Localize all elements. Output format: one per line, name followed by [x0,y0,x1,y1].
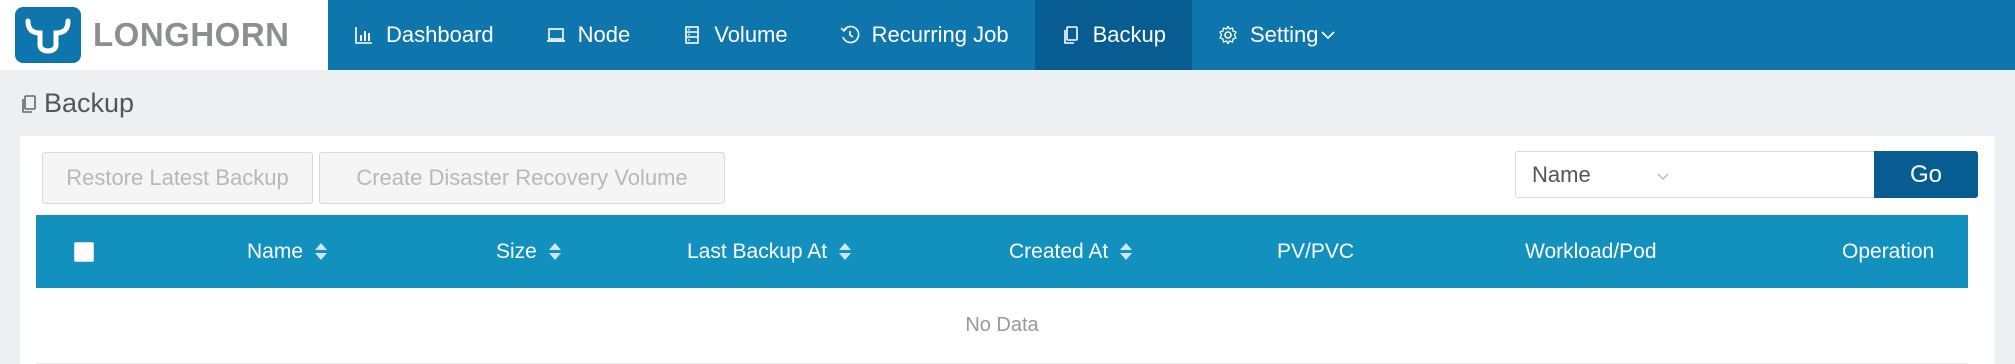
create-dr-volume-button[interactable]: Create Disaster Recovery Volume [319,152,725,204]
logo-text: LONGHORN [93,16,290,53]
bar-chart-icon [354,25,374,45]
nav-dashboard[interactable]: Dashboard [328,0,520,70]
nav-volume[interactable]: Volume [656,0,813,70]
empty-state: No Data [36,288,1968,364]
nav-backup[interactable]: Backup [1034,0,1192,70]
nav-recurring-job-label: Recurring Job [871,22,1009,47]
column-operation: Operation [1842,239,1935,263]
main-nav: Dashboard Node Volume Recurring Job Back… [328,0,1362,70]
page-title-text: Backup [44,88,135,118]
column-name[interactable]: Name [247,215,328,288]
sort-icon [315,243,328,260]
nav-volume-label: Volume [714,22,788,47]
select-all-checkbox[interactable] [74,215,94,288]
search-input[interactable] [1686,151,1875,198]
database-icon [682,25,702,45]
nav-dashboard-label: Dashboard [386,22,494,47]
page-title: Backup [20,88,134,119]
table-header: Name Size Last Backup At Created At PV/P… [36,215,1968,288]
column-pv-pvc: PV/PVC [1277,239,1355,263]
top-navbar: LONGHORN Dashboard Node Volume Recurring… [0,0,2015,70]
logo[interactable]: LONGHORN [0,0,328,70]
sort-icon [1120,243,1133,260]
column-workload-pod: Workload/Pod [1525,239,1657,263]
chevron-down-icon [1656,162,1670,188]
nav-node[interactable]: Node [520,0,657,70]
nav-recurring-job[interactable]: Recurring Job [814,0,1035,70]
column-last-backup-at[interactable]: Last Backup At [687,215,852,288]
restore-latest-backup-button[interactable]: Restore Latest Backup [42,152,313,204]
sort-icon [548,243,561,260]
nav-setting-label: Setting [1249,22,1319,47]
sort-icon [839,243,852,260]
nav-node-label: Node [577,22,631,47]
go-button[interactable]: Go [1874,151,1978,198]
longhorn-logo-icon [15,7,81,63]
column-size[interactable]: Size [496,215,561,288]
copy-icon [22,94,36,113]
copy-icon [1061,25,1081,45]
search-field-select[interactable]: Name [1515,151,1687,198]
column-created-at[interactable]: Created At [1009,215,1133,288]
search-field-selected: Name [1532,161,1591,187]
chevron-down-icon [1320,29,1336,41]
nav-setting[interactable]: Setting [1192,0,1363,70]
laptop-icon [546,25,566,45]
history-icon [840,25,860,45]
nav-backup-label: Backup [1092,22,1166,47]
backup-panel: Restore Latest Backup Create Disaster Re… [20,136,1995,364]
gear-icon [1218,25,1238,45]
